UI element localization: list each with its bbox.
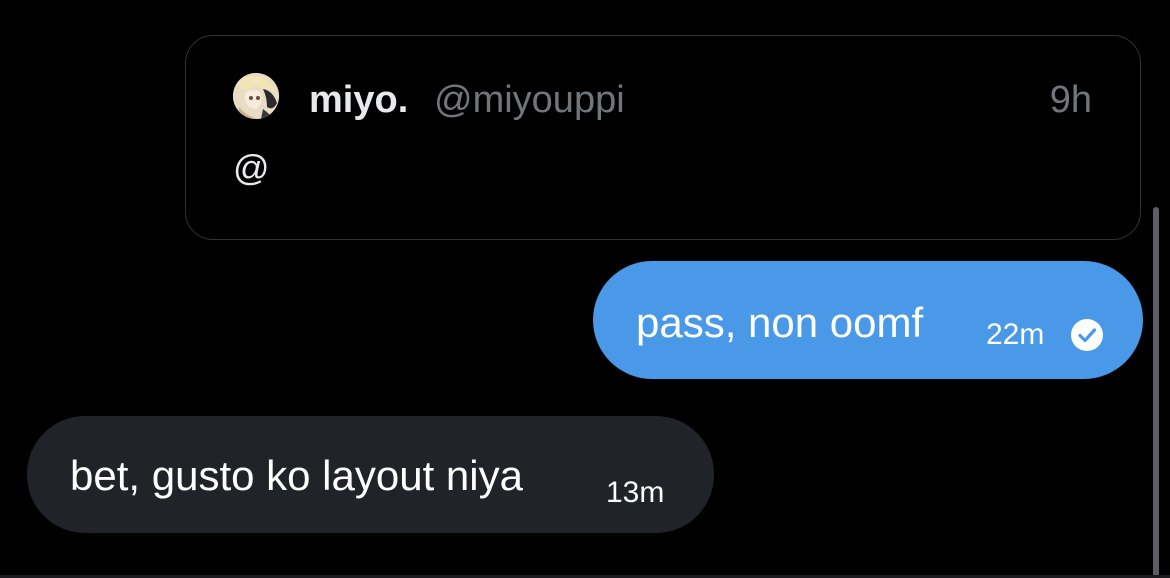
message-timestamp: 22m	[986, 318, 1045, 351]
sent-message-bubble[interactable]: pass, non oomf 22m	[593, 261, 1143, 379]
read-check-icon	[1071, 319, 1103, 351]
author-handle[interactable]: @miyouppi	[434, 78, 625, 122]
message-timestamp: 13m	[606, 476, 665, 509]
author-avatar[interactable]	[233, 73, 279, 119]
quoted-post-card[interactable]: miyo. @miyouppi 9h @	[185, 35, 1141, 240]
scrollbar[interactable]	[1153, 207, 1159, 578]
quoted-post-text: @	[233, 147, 270, 188]
post-timestamp: 9h	[1049, 79, 1092, 121]
author-name[interactable]: miyo.	[309, 78, 408, 122]
message-text: pass, non oomf	[636, 299, 924, 346]
avatar-image	[233, 73, 279, 119]
message-text: bet, gusto ko layout niya	[70, 452, 523, 499]
received-message-bubble[interactable]: bet, gusto ko layout niya 13m	[27, 416, 714, 533]
